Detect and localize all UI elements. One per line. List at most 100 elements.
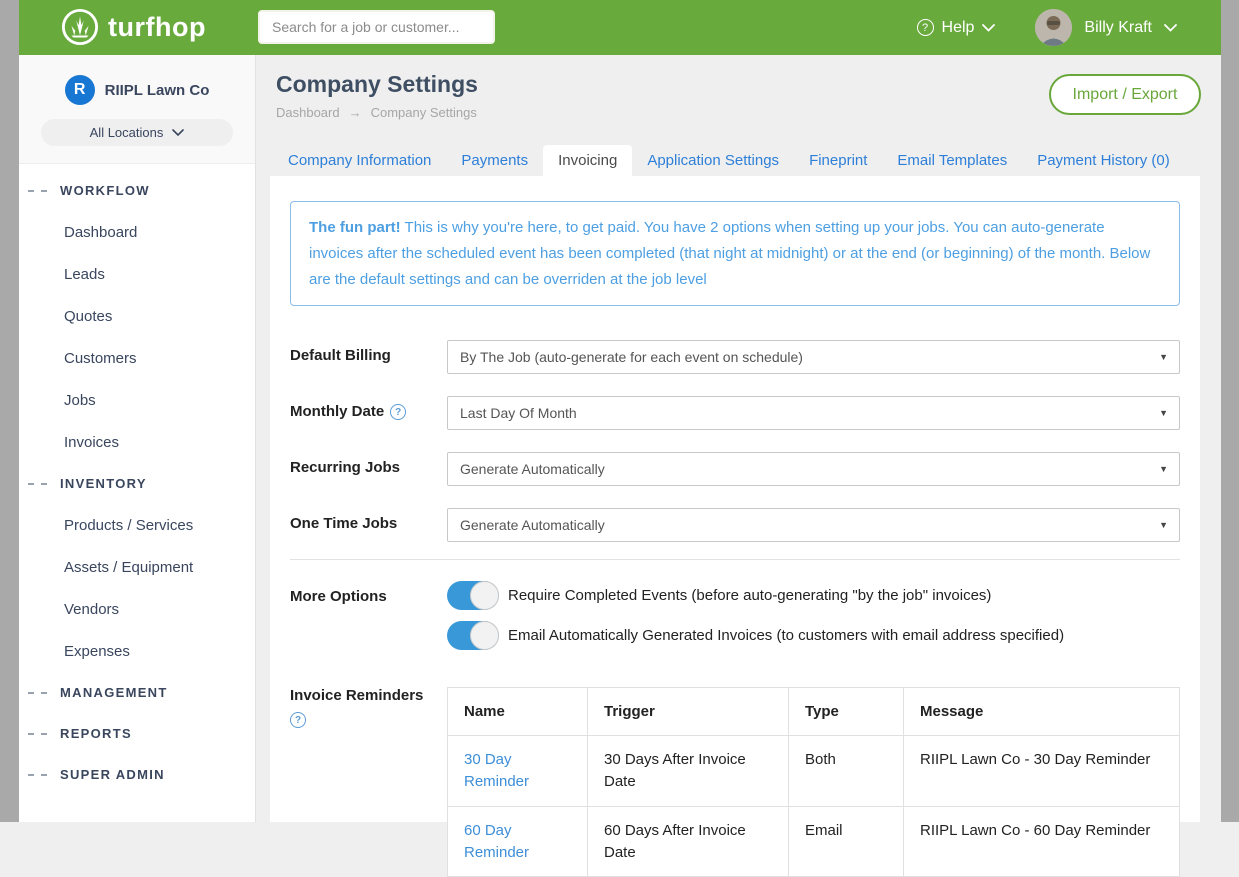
dashes-icon [28,190,47,192]
toggle-knob [470,581,499,610]
sidebar-item-assets-equipment[interactable]: Assets / Equipment [19,546,255,588]
breadcrumb: Dashboard → Company Settings [276,105,477,120]
tab-payments[interactable]: Payments [446,145,543,176]
chevron-down-icon [982,24,995,32]
selected-value: Generate Automatically [460,461,605,477]
field-default-billing: Default Billing By The Job (auto-generat… [290,340,1180,374]
main-content: Company Settings Dashboard → Company Set… [256,55,1221,822]
dashes-icon [28,692,47,694]
info-lead: The fun part! [309,219,401,236]
import-export-button[interactable]: Import / Export [1049,74,1201,115]
tab-payment-history[interactable]: Payment History (0) [1022,145,1185,176]
col-message: Message [904,688,1180,736]
sidebar-item-vendors[interactable]: Vendors [19,588,255,630]
locations-label: All Locations [90,125,164,140]
reminder-message: RIIPL Lawn Co - 60 Day Reminder [904,806,1180,877]
sidebar-section-workflow[interactable]: WORKFLOW [19,170,255,211]
tab-application-settings[interactable]: Application Settings [632,145,794,176]
field-label: Recurring Jobs [290,452,447,486]
breadcrumb-arrow-icon: → [349,105,362,120]
toggle-knob [470,621,499,650]
user-chevron-down-icon[interactable] [1164,24,1177,32]
select-caret-icon: ▼ [1159,408,1168,418]
question-circle-icon[interactable]: ? [390,404,406,420]
left-gutter [0,0,19,822]
more-options-label: More Options [290,581,447,661]
dashes-icon [28,483,47,485]
section-divider [290,559,1180,560]
reminder-trigger: 30 Days After Invoice Date [588,736,789,807]
monthly-date-select[interactable]: Last Day Of Month ▼ [447,396,1180,430]
app-header: turfhop ? Help Billy Kraft [19,0,1221,55]
invoicing-form: Default Billing By The Job (auto-generat… [290,340,1180,542]
question-circle-icon[interactable]: ? [290,712,306,728]
sidebar-section-reports[interactable]: REPORTS [19,713,255,754]
help-label: Help [942,19,975,37]
reminder-link-60-day[interactable]: 60 Day Reminder [448,806,588,877]
breadcrumb-current: Company Settings [371,105,477,120]
sidebar-section-inventory[interactable]: INVENTORY [19,463,255,504]
right-scrollbar[interactable] [1221,0,1239,822]
toggle-switch-on[interactable] [447,621,499,650]
avatar[interactable] [1035,9,1072,46]
toggle-switch-on[interactable] [447,581,499,610]
company-row[interactable]: R RIIPL Lawn Co [19,75,255,105]
brand-logo[interactable]: turfhop [61,8,206,46]
info-callout: The fun part! This is why you're here, t… [290,201,1180,306]
section-label: SUPER ADMIN [60,767,165,782]
tab-fineprint[interactable]: Fineprint [794,145,882,176]
sidebar-section-super-admin[interactable]: SUPER ADMIN [19,754,255,795]
sidebar-item-dashboard[interactable]: Dashboard [19,211,255,253]
recurring-jobs-select[interactable]: Generate Automatically ▼ [447,452,1180,486]
tab-company-information[interactable]: Company Information [273,145,446,176]
section-label: MANAGEMENT [60,685,168,700]
sidebar-company-block: R RIIPL Lawn Co All Locations [19,55,255,164]
col-trigger: Trigger [588,688,789,736]
sidebar-menu: WORKFLOW Dashboard Leads Quotes Customer… [19,164,255,795]
reminders-table: Name Trigger Type Message 30 Day Reminde… [447,687,1180,877]
toggle-label: Email Automatically Generated Invoices (… [508,627,1064,644]
reminder-type: Email [789,806,904,877]
breadcrumb-dashboard[interactable]: Dashboard [276,105,340,120]
section-label: INVENTORY [60,476,147,491]
sidebar-item-quotes[interactable]: Quotes [19,295,255,337]
sidebar-item-invoices[interactable]: Invoices [19,421,255,463]
company-logo-badge: R [65,75,95,105]
chevron-down-icon [172,129,184,136]
sidebar-item-expenses[interactable]: Expenses [19,630,255,672]
sidebar-item-customers[interactable]: Customers [19,337,255,379]
default-billing-select[interactable]: By The Job (auto-generate for each event… [447,340,1180,374]
search-input[interactable] [258,10,495,44]
sidebar-item-products-services[interactable]: Products / Services [19,504,255,546]
locations-dropdown[interactable]: All Locations [41,119,233,146]
dashes-icon [28,774,47,776]
select-caret-icon: ▼ [1159,352,1168,362]
select-caret-icon: ▼ [1159,520,1168,530]
selected-value: Last Day Of Month [460,405,577,421]
user-name[interactable]: Billy Kraft [1084,19,1152,37]
field-recurring-jobs: Recurring Jobs Generate Automatically ▼ [290,452,1180,486]
tab-invoicing[interactable]: Invoicing [543,145,632,176]
sidebar: R RIIPL Lawn Co All Locations WORKFLOW D… [19,55,256,822]
help-icon: ? [917,19,934,36]
one-time-jobs-select[interactable]: Generate Automatically ▼ [447,508,1180,542]
reminder-link-30-day[interactable]: 30 Day Reminder [448,736,588,807]
selected-value: Generate Automatically [460,517,605,533]
info-text: This is why you're here, to get paid. Yo… [309,219,1150,288]
sidebar-item-jobs[interactable]: Jobs [19,379,255,421]
reminder-trigger: 60 Days After Invoice Date [588,806,789,877]
table-row: 60 Day Reminder 60 Days After Invoice Da… [448,806,1180,877]
tab-email-templates[interactable]: Email Templates [882,145,1022,176]
page-title: Company Settings [276,71,478,98]
field-label: One Time Jobs [290,508,447,542]
sidebar-section-management[interactable]: MANAGEMENT [19,672,255,713]
reminder-type: Both [789,736,904,807]
dashes-icon [28,733,47,735]
help-menu[interactable]: ? Help [917,19,996,37]
section-label: WORKFLOW [60,183,150,198]
sidebar-item-leads[interactable]: Leads [19,253,255,295]
brand-name: turfhop [108,12,206,43]
field-one-time-jobs: One Time Jobs Generate Automatically ▼ [290,508,1180,542]
toggle-label: Require Completed Events (before auto-ge… [508,587,991,604]
invoicing-panel: The fun part! This is why you're here, t… [270,176,1200,822]
